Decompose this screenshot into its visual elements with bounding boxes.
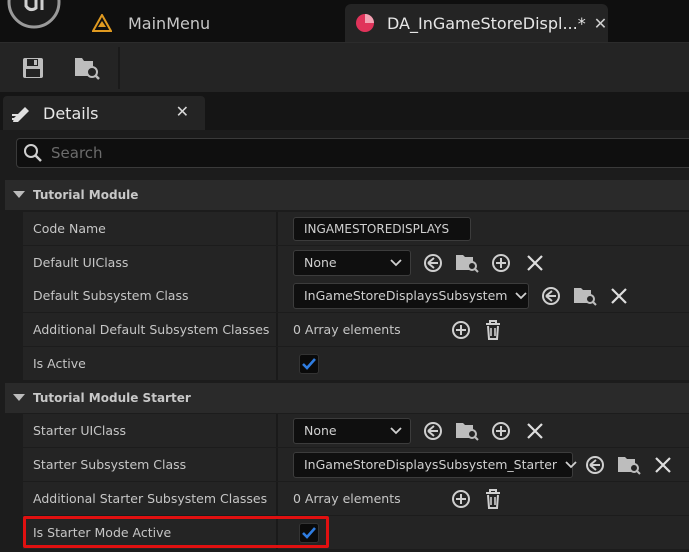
- property-label: Default UIClass: [33, 255, 129, 270]
- toolbar-separator: [118, 47, 120, 89]
- property-label: Default Subsystem Class: [33, 288, 189, 303]
- code-name-field[interactable]: INGAMESTOREDISPLAYS: [293, 216, 471, 241]
- section-tutorial-module[interactable]: Tutorial Module: [5, 180, 689, 210]
- create-new-icon[interactable]: [489, 251, 513, 275]
- document-tab-bar: MainMenu DA_InGameStoreDispl...* ✕: [0, 0, 689, 42]
- browse-to-asset-button[interactable]: [72, 53, 102, 83]
- dropdown-value: InGameStoreDisplaysSubsystem_Starter: [304, 457, 558, 472]
- starter-subsystem-class-dropdown[interactable]: InGameStoreDisplaysSubsystem_Starter: [293, 451, 577, 478]
- asset-toolbar: [0, 42, 689, 92]
- property-row-additional-default-subsystem-classes: Additional Default Subsystem Classes 0 A…: [5, 313, 689, 346]
- details-title: Details: [43, 103, 99, 123]
- unreal-logo-icon[interactable]: [6, 0, 62, 30]
- dropdown-value: None: [304, 255, 337, 270]
- close-tab-icon[interactable]: ✕: [594, 14, 607, 33]
- property-label: Is Active: [33, 356, 86, 371]
- use-selected-icon[interactable]: [539, 284, 563, 308]
- property-row-default-subsystem-class: Default Subsystem Class InGameStoreDispl…: [5, 279, 689, 312]
- property-row-is-active: Is Active: [5, 347, 689, 380]
- search-icon: [23, 143, 43, 163]
- property-label: Is Starter Mode Active: [33, 525, 172, 540]
- property-label: Code Name: [33, 221, 106, 236]
- property-row-additional-starter-subsystem-classes: Additional Starter Subsystem Classes 0 A…: [5, 482, 689, 515]
- section-title: Tutorial Module Starter: [33, 391, 191, 405]
- property-row-default-uiclass: Default UIClass None: [5, 246, 689, 279]
- browse-folder-icon[interactable]: [455, 419, 479, 443]
- array-count: 0 Array elements: [293, 322, 401, 337]
- checkmark-icon: [302, 357, 316, 370]
- trash-icon[interactable]: [481, 318, 505, 342]
- save-button[interactable]: [18, 53, 48, 83]
- search-input[interactable]: [51, 144, 651, 162]
- dropdown-value: None: [304, 423, 337, 438]
- level-icon: [92, 13, 112, 33]
- chevron-down-icon: [13, 394, 25, 402]
- tab-main-menu[interactable]: MainMenu: [86, 4, 336, 42]
- checkmark-icon: [302, 526, 316, 539]
- clear-icon[interactable]: [523, 251, 547, 275]
- clear-icon[interactable]: [651, 453, 675, 477]
- property-label: Additional Default Subsystem Classes: [33, 322, 270, 337]
- trash-icon[interactable]: [481, 487, 505, 511]
- property-row-starter-uiclass: Starter UIClass None: [5, 414, 689, 447]
- add-element-icon[interactable]: [449, 487, 473, 511]
- section-tutorial-module-starter[interactable]: Tutorial Module Starter: [5, 383, 689, 413]
- create-new-icon[interactable]: [489, 419, 513, 443]
- property-label: Starter Subsystem Class: [33, 457, 187, 472]
- array-count: 0 Array elements: [293, 491, 401, 506]
- tab-data-asset[interactable]: DA_InGameStoreDispl...* ✕: [345, 4, 608, 42]
- tab-details[interactable]: Details ✕: [3, 96, 205, 130]
- property-row-code-name: Code Name INGAMESTOREDISPLAYS: [5, 212, 689, 245]
- use-selected-icon[interactable]: [421, 251, 445, 275]
- add-element-icon[interactable]: [449, 318, 473, 342]
- starter-uiclass-dropdown[interactable]: None: [293, 417, 411, 444]
- section-title: Tutorial Module: [33, 188, 139, 202]
- property-row-starter-subsystem-class: Starter Subsystem Class InGameStoreDispl…: [5, 448, 689, 481]
- search-box[interactable]: [16, 138, 689, 168]
- default-uiclass-dropdown[interactable]: None: [293, 249, 411, 276]
- save-icon: [23, 58, 43, 78]
- chevron-down-icon: [390, 426, 402, 435]
- is-starter-mode-active-checkbox[interactable]: [299, 522, 319, 543]
- dropdown-value: InGameStoreDisplaysSubsystem: [304, 288, 508, 303]
- tab-data-asset-label: DA_InGameStoreDispl...*: [387, 13, 586, 33]
- chevron-down-icon: [13, 191, 25, 199]
- browse-folder-icon: [75, 58, 100, 80]
- property-row-is-starter-mode-active: Is Starter Mode Active: [5, 516, 689, 549]
- use-selected-icon[interactable]: [583, 453, 607, 477]
- data-asset-icon: [355, 13, 375, 33]
- tab-main-menu-label: MainMenu: [128, 13, 211, 33]
- clear-icon[interactable]: [607, 284, 631, 308]
- property-label: Starter UIClass: [33, 423, 127, 438]
- use-selected-icon[interactable]: [421, 419, 445, 443]
- chevron-down-icon: [565, 460, 577, 469]
- default-subsystem-class-dropdown[interactable]: InGameStoreDisplaysSubsystem: [293, 282, 529, 309]
- browse-folder-icon[interactable]: [617, 453, 641, 477]
- browse-folder-icon[interactable]: [455, 251, 479, 275]
- clear-icon[interactable]: [523, 419, 547, 443]
- is-active-checkbox[interactable]: [299, 353, 319, 374]
- close-details-icon[interactable]: ✕: [176, 102, 189, 121]
- property-label: Additional Starter Subsystem Classes: [33, 491, 268, 506]
- chevron-down-icon: [515, 291, 528, 300]
- browse-folder-icon[interactable]: [573, 284, 597, 308]
- pencil-icon: [11, 103, 33, 123]
- chevron-down-icon: [390, 258, 402, 267]
